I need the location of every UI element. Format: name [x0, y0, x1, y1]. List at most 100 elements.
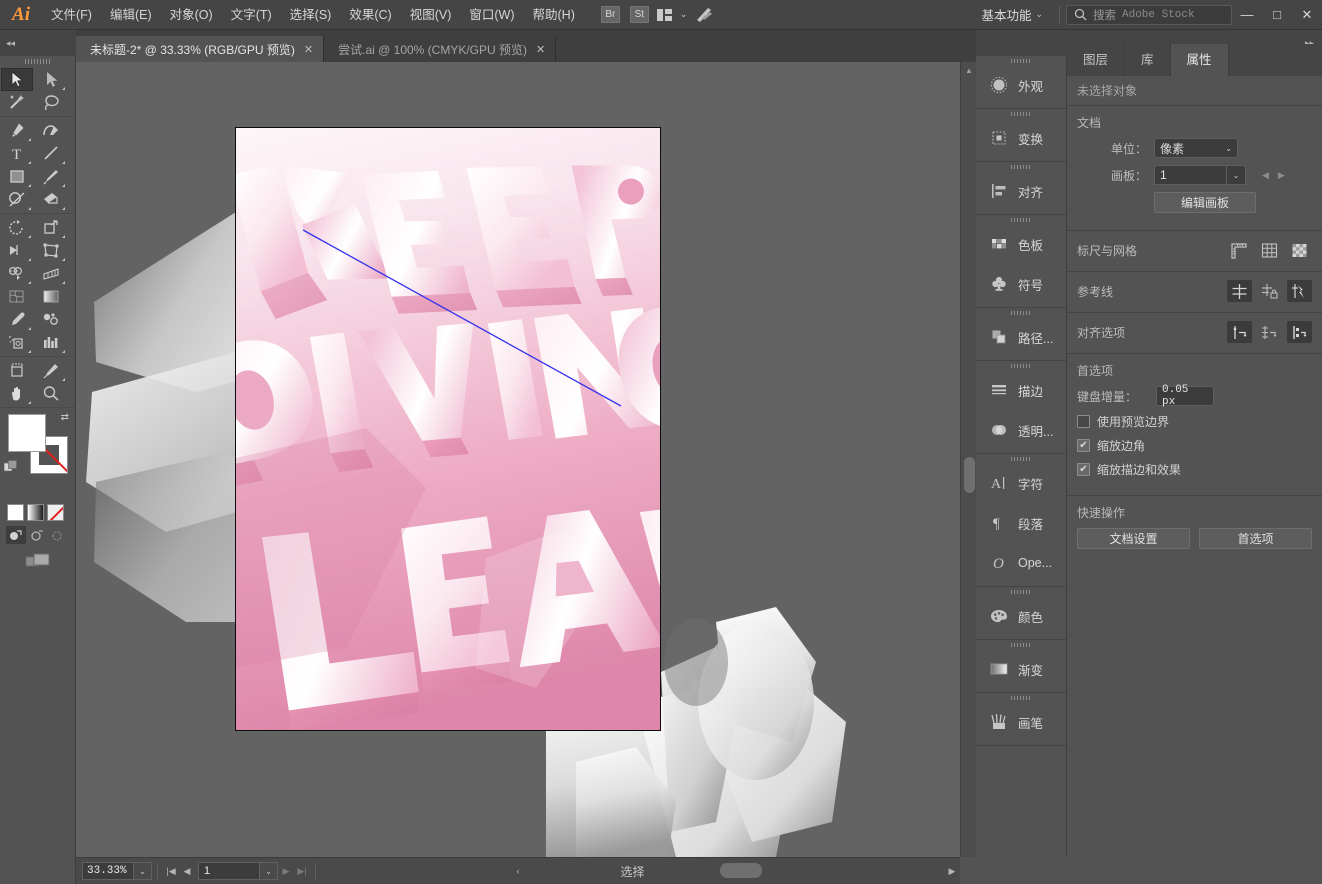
- pref-use-preview-bounds[interactable]: 使用预览边界: [1077, 413, 1312, 430]
- artboard-number-input[interactable]: 1: [198, 862, 260, 880]
- window-close-button[interactable]: ✕: [1292, 0, 1322, 30]
- hand-tool[interactable]: [1, 382, 33, 405]
- show-grid-icon[interactable]: [1257, 239, 1282, 261]
- swap-fill-stroke-icon[interactable]: ⇄: [61, 412, 69, 423]
- show-transparency-grid-icon[interactable]: [1287, 239, 1312, 261]
- zoom-tool[interactable]: [35, 382, 67, 405]
- dock-grip[interactable]: [976, 693, 1066, 702]
- dock-grip[interactable]: [976, 109, 1066, 118]
- panel-color[interactable]: 颜色: [976, 596, 1066, 636]
- gradient-tool[interactable]: [35, 285, 67, 308]
- artboard-tool[interactable]: [1, 359, 33, 382]
- menu-window[interactable]: 窗口(W): [460, 0, 523, 30]
- slice-tool[interactable]: [35, 359, 67, 382]
- document-tab-inactive[interactable]: 尝试.ai @ 100% (CMYK/GPU 预览) ✕: [324, 36, 557, 62]
- smart-guides-icon[interactable]: [1287, 280, 1312, 302]
- artboard[interactable]: [235, 127, 661, 731]
- line-segment-tool[interactable]: [35, 142, 67, 165]
- draw-behind-button[interactable]: [27, 526, 47, 544]
- panel-paragraph[interactable]: ¶ 段落: [976, 503, 1066, 543]
- tab-layers[interactable]: 图层: [1067, 44, 1126, 76]
- draw-normal-button[interactable]: [6, 526, 26, 544]
- shape-builder-tool[interactable]: [1, 262, 33, 285]
- artboard-prev-button[interactable]: ◀: [1262, 170, 1269, 181]
- menu-edit[interactable]: 编辑(E): [101, 0, 161, 30]
- panel-character[interactable]: A 字符: [976, 463, 1066, 503]
- scroll-right-icon[interactable]: ›: [944, 862, 960, 880]
- horizontal-scroll-thumb[interactable]: [720, 863, 762, 878]
- rotate-tool[interactable]: [1, 216, 33, 239]
- menu-help[interactable]: 帮助(H): [524, 0, 584, 30]
- arrange-chevron-down-icon[interactable]: ⌄: [676, 9, 692, 20]
- panel-align[interactable]: 对齐: [976, 171, 1066, 211]
- panel-appearance[interactable]: 外观: [976, 65, 1066, 105]
- canvas-vertical-scrollbar[interactable]: ▲: [960, 62, 976, 857]
- free-transform-tool[interactable]: [35, 239, 67, 262]
- fill-swatch[interactable]: [8, 414, 46, 452]
- dock-grip[interactable]: [976, 56, 1066, 65]
- checkbox[interactable]: ✔: [1077, 439, 1090, 452]
- paintbrush-tool[interactable]: [35, 165, 67, 188]
- toolbar-grip[interactable]: [0, 56, 75, 66]
- canvas-area[interactable]: [76, 62, 960, 857]
- align-to-key-object-icon[interactable]: [1257, 321, 1282, 343]
- curvature-tool[interactable]: [35, 119, 67, 142]
- panel-transparency[interactable]: 透明...: [976, 410, 1066, 450]
- type-tool[interactable]: T: [1, 142, 33, 165]
- document-tab-active[interactable]: 未标题-2* @ 33.33% (RGB/GPU 预览) ✕: [76, 36, 325, 62]
- panel-swatches[interactable]: 色板: [976, 224, 1066, 264]
- zoom-input[interactable]: 33.33%: [82, 862, 134, 880]
- window-maximize-button[interactable]: □: [1262, 0, 1292, 30]
- dock-grip[interactable]: [976, 162, 1066, 171]
- symbol-sprayer-tool[interactable]: [1, 331, 33, 354]
- align-to-selection-icon[interactable]: [1227, 321, 1252, 343]
- menu-effect[interactable]: 效果(C): [340, 0, 400, 30]
- direct-selection-tool[interactable]: [35, 68, 67, 91]
- perspective-grid-tool[interactable]: [35, 262, 67, 285]
- checkbox[interactable]: ✔: [1077, 463, 1090, 476]
- draw-inside-button[interactable]: [48, 526, 68, 544]
- menu-object[interactable]: 对象(O): [161, 0, 222, 30]
- panel-symbols[interactable]: 符号: [976, 264, 1066, 304]
- search-input[interactable]: 搜索 Adobe Stock: [1066, 4, 1232, 25]
- dock-grip[interactable]: [976, 308, 1066, 317]
- menu-type[interactable]: 文字(T): [222, 0, 281, 30]
- width-tool[interactable]: [1, 239, 33, 262]
- stock-button[interactable]: St: [629, 6, 649, 23]
- dock-grip[interactable]: [976, 587, 1066, 596]
- arrange-documents-icon[interactable]: [654, 0, 676, 30]
- edit-artboards-button[interactable]: 编辑画板: [1154, 192, 1256, 213]
- prev-artboard-button[interactable]: ◀: [179, 862, 195, 880]
- lasso-tool[interactable]: [35, 91, 67, 114]
- pref-scale-corners[interactable]: ✔ 缩放边角: [1077, 437, 1312, 454]
- scroll-left-icon[interactable]: ‹: [510, 862, 526, 880]
- selection-tool[interactable]: [1, 68, 33, 91]
- pref-scale-strokes-effects[interactable]: ✔ 缩放描边和效果: [1077, 461, 1312, 478]
- gradient-mode-button[interactable]: [27, 504, 44, 521]
- shaper-tool[interactable]: [1, 188, 33, 211]
- mesh-tool[interactable]: [1, 285, 33, 308]
- blend-tool[interactable]: [35, 308, 67, 331]
- dock-grip[interactable]: [976, 454, 1066, 463]
- panel-transform[interactable]: 变换: [976, 118, 1066, 158]
- last-artboard-button[interactable]: ▶|: [294, 862, 310, 880]
- default-fill-stroke-icon[interactable]: [3, 460, 18, 477]
- change-screen-mode-button[interactable]: [0, 544, 75, 570]
- color-mode-button[interactable]: [7, 504, 24, 521]
- panel-gradient[interactable]: 渐变: [976, 649, 1066, 689]
- menu-select[interactable]: 选择(S): [281, 0, 341, 30]
- document-setup-button[interactable]: 文档设置: [1077, 528, 1190, 549]
- none-mode-button[interactable]: [47, 504, 64, 521]
- artboard-dropdown[interactable]: ⌄: [1226, 165, 1246, 185]
- lock-guides-icon[interactable]: [1257, 280, 1282, 302]
- magic-wand-tool[interactable]: [1, 91, 33, 114]
- preferences-button[interactable]: 首选项: [1199, 528, 1312, 549]
- dock-grip[interactable]: [976, 215, 1066, 224]
- rectangle-tool[interactable]: [1, 165, 33, 188]
- tab-properties[interactable]: 属性: [1170, 44, 1229, 76]
- dock-grip[interactable]: [976, 640, 1066, 649]
- artboard-next-button[interactable]: ▶: [1278, 170, 1285, 181]
- column-graph-tool[interactable]: [35, 331, 67, 354]
- menu-file[interactable]: 文件(F): [42, 0, 101, 30]
- dock-grip[interactable]: [976, 361, 1066, 370]
